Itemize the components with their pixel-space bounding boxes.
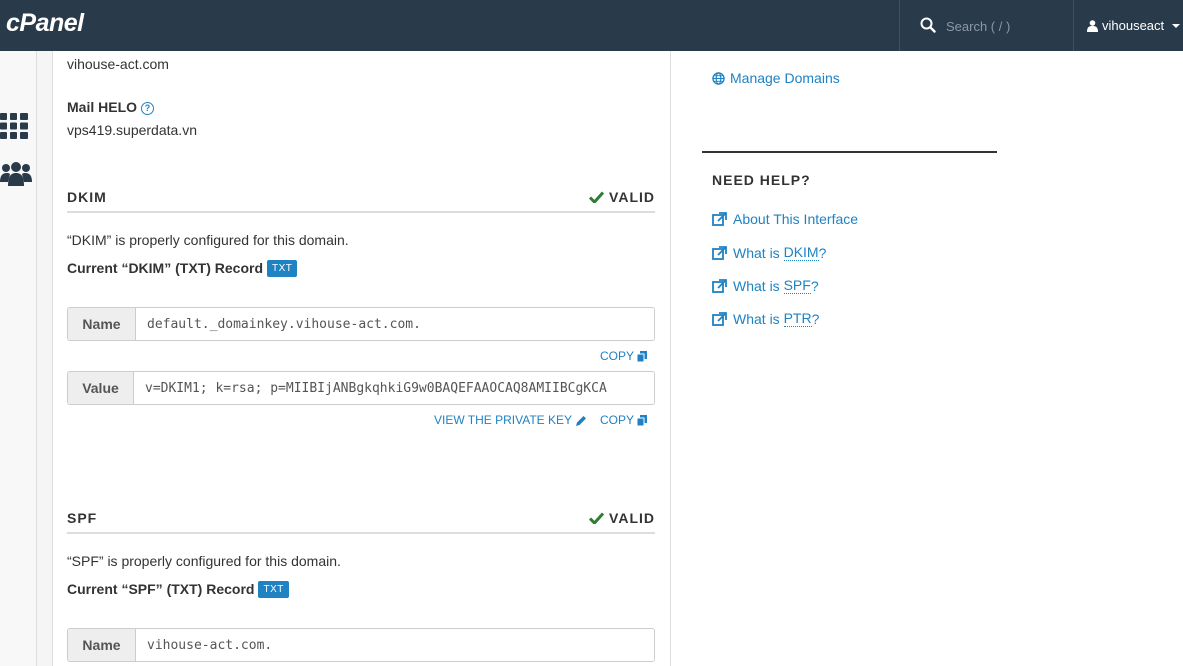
help-link-about-interface[interactable]: About This Interface [712, 211, 858, 227]
mail-helo-heading: Mail HELO? [67, 99, 155, 115]
txt-badge: TXT [267, 260, 298, 277]
help-divider [702, 151, 997, 153]
spf-status-label: VALID [609, 510, 655, 526]
chevron-down-icon [1172, 23, 1181, 28]
user-menu[interactable]: vihouseact [1087, 0, 1183, 51]
dkim-value-field: Value [67, 371, 655, 405]
spf-section-header: SPF VALID [67, 510, 655, 534]
help-link-suffix: ? [810, 277, 819, 294]
help-link-what-is-ptr[interactable]: What is PTR? [712, 310, 819, 327]
help-link-abbr: SPF [783, 277, 811, 294]
dkim-value-input[interactable] [134, 372, 654, 404]
external-link-icon [712, 245, 727, 260]
dkim-status-label: VALID [609, 189, 655, 205]
apps-grid-icon[interactable] [0, 113, 28, 139]
help-link-prefix: What is [733, 244, 784, 261]
pencil-icon [576, 415, 587, 426]
help-link-suffix: ? [811, 310, 820, 327]
search-icon [920, 17, 936, 33]
email-deliverability-panel [52, 51, 671, 666]
manage-domains-link[interactable]: Manage Domains [712, 70, 840, 86]
spf-record-label: Current “SPF” (TXT) Record [67, 581, 255, 597]
help-icon[interactable]: ? [141, 102, 155, 115]
external-link-icon [712, 311, 727, 326]
dkim-status: VALID [589, 189, 655, 205]
help-link-prefix: What is [733, 277, 784, 294]
globe-icon [712, 71, 725, 85]
spf-name-label: Name [68, 629, 136, 661]
txt-badge: TXT [258, 581, 289, 598]
spf-status: VALID [589, 510, 655, 526]
help-link-label: About This Interface [733, 211, 859, 227]
user-icon [1087, 19, 1098, 32]
mail-helo-label: Mail HELO [67, 99, 138, 115]
cpanel-logo[interactable]: cPanel [6, 9, 84, 38]
spf-record-heading: Current “SPF” (TXT) Record TXT [67, 581, 289, 598]
mail-helo-value: vps419.superdata.vn [67, 122, 197, 138]
need-help-title: NEED HELP? [712, 172, 811, 188]
copy-name-button[interactable]: COPY [600, 349, 648, 363]
dkim-title: DKIM [67, 189, 107, 205]
manage-domains-label: Manage Domains [730, 70, 840, 86]
dkim-value-label: Value [68, 372, 134, 404]
help-link-what-is-spf[interactable]: What is SPF? [712, 277, 819, 294]
copy-label: COPY [600, 349, 635, 363]
users-icon[interactable] [0, 162, 32, 186]
copy-icon [637, 414, 648, 426]
dkim-message: “DKIM” is properly configured for this d… [67, 232, 349, 248]
dkim-section-header: DKIM VALID [67, 189, 655, 213]
external-link-icon [712, 212, 727, 226]
domain-value: vihouse-act.com [67, 56, 169, 72]
view-private-key-link[interactable]: VIEW THE PRIVATE KEY [434, 413, 587, 427]
dkim-name-field: Name [67, 307, 655, 341]
copy-value-button[interactable]: COPY [600, 413, 648, 427]
username-label: vihouseact [1102, 18, 1165, 33]
external-link-icon [712, 278, 727, 293]
help-link-abbr: DKIM [783, 244, 819, 261]
help-link-abbr: PTR [783, 310, 812, 327]
top-bar: cPanel vihouseact [0, 0, 1183, 51]
help-link-prefix: What is [733, 310, 784, 327]
spf-name-input[interactable] [136, 629, 654, 661]
copy-icon [637, 350, 648, 362]
help-link-what-is-dkim[interactable]: What is DKIM? [712, 244, 826, 261]
spf-name-field: Name [67, 628, 655, 662]
left-sidebar [0, 51, 37, 666]
dkim-record-heading: Current “DKIM” (TXT) Record TXT [67, 260, 298, 277]
view-private-key-label: VIEW THE PRIVATE KEY [434, 413, 573, 427]
search-box [899, 0, 1074, 51]
dkim-record-label: Current “DKIM” (TXT) Record [67, 260, 263, 276]
dkim-name-label: Name [68, 308, 136, 340]
spf-message: “SPF” is properly configured for this do… [67, 553, 341, 569]
dkim-name-input[interactable] [136, 308, 654, 340]
check-icon [589, 191, 605, 203]
search-input[interactable] [946, 16, 1066, 36]
help-link-suffix: ? [818, 244, 827, 261]
copy-label: COPY [600, 413, 635, 427]
spf-title: SPF [67, 510, 98, 526]
right-column [671, 51, 1183, 666]
check-icon [589, 512, 605, 524]
